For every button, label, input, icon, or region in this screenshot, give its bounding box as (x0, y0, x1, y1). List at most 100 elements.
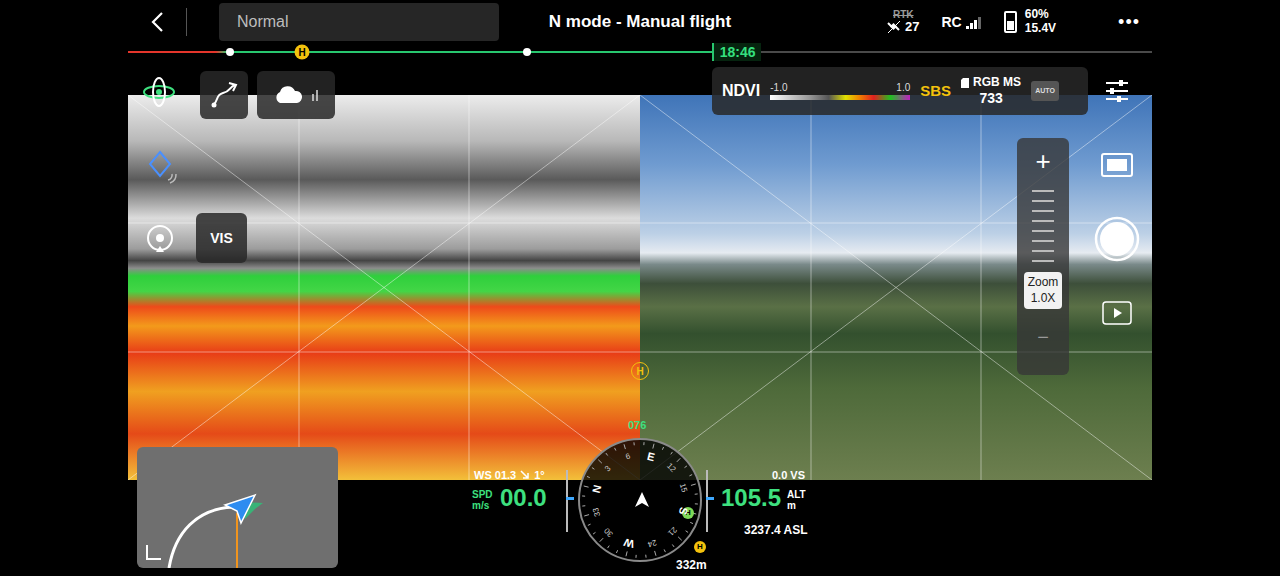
rgb-view (640, 95, 1152, 480)
scale-min: -1.0 (770, 83, 787, 93)
altitude-label-text: ALT (787, 489, 806, 500)
zoom-tick (1032, 230, 1054, 232)
zoom-value: 1.0X (1028, 291, 1059, 307)
lens-label: RGB MS (973, 75, 1021, 89)
battery-icon (1004, 11, 1017, 33)
lens-switch-icon[interactable] (1100, 152, 1134, 178)
playback-icon[interactable] (1102, 300, 1132, 324)
battery-percent: 60% (1025, 8, 1056, 22)
sd-card-icon (961, 78, 969, 88)
home-point-marker: H (631, 362, 649, 380)
compass-label: 6 (624, 452, 630, 461)
timeline-fill (128, 51, 712, 53)
signal-icon (966, 16, 982, 29)
scale-bar (770, 95, 910, 100)
lens-row: RGB MS (961, 75, 1021, 89)
compass-label: 12 (665, 462, 677, 474)
home-marker: H (295, 45, 310, 60)
zoom-tick (1032, 190, 1054, 192)
waypoint-dot (523, 48, 531, 56)
speed-unit: m/s (472, 500, 493, 511)
zoom-tick (1032, 210, 1054, 212)
satellite-status: 27 (887, 20, 919, 34)
zoom-readout: Zoom 1.0X (1024, 272, 1063, 309)
shutter-button[interactable] (1094, 216, 1140, 262)
compass-label: 15 (678, 482, 688, 493)
zoom-slider[interactable]: + Zoom 1.0X − (1017, 138, 1069, 375)
battery-voltage: 15.4V (1025, 22, 1056, 36)
exposure-label: AUTO (1035, 86, 1055, 97)
rtk-status: RTK 27 (887, 10, 919, 34)
rtk-label: RTK (893, 10, 914, 20)
top-bar: Normal N mode - Manual flight RTK 27 RC … (0, 0, 1280, 44)
ndvi-scale: -1.0 1.0 (770, 83, 910, 100)
grid-lines (128, 95, 640, 480)
more-button[interactable]: ••• (1118, 9, 1140, 36)
back-icon[interactable] (150, 11, 164, 33)
timeline-marker (226, 48, 234, 56)
zoom-tick (1032, 260, 1054, 262)
display-mode[interactable]: SBS (920, 80, 951, 103)
compass-label: 24 (647, 538, 658, 548)
speed-value: 00.0 (500, 484, 547, 513)
timeline-marker (523, 48, 531, 56)
zoom-tick (1032, 200, 1054, 202)
vertical-speed: 0.0 VS (772, 467, 805, 484)
exposure-camera-icon[interactable]: AUTO (1031, 81, 1059, 101)
vis-label: VIS (210, 228, 233, 249)
mode-select[interactable]: Normal (219, 3, 499, 41)
route-icon[interactable] (200, 71, 248, 119)
altitude-value: 105.5 (721, 484, 781, 513)
camera-panel[interactable]: NDVI -1.0 1.0 SBS RGB MS 733 AUTO (712, 67, 1088, 115)
zoom-tick (1032, 220, 1054, 222)
ndvi-view (128, 95, 640, 480)
scale-labels: -1.0 1.0 (770, 83, 910, 93)
flight-time: 18:46 (712, 43, 762, 61)
compass: H N36E1215S2124W3033 (578, 438, 702, 562)
compass-label: 3 (603, 464, 612, 473)
altitude-scale (706, 470, 712, 532)
rc-label: RC (942, 12, 962, 33)
battery-text: 60% 15.4V (1025, 8, 1056, 36)
wind-readout: WS 01.3 1° (474, 467, 545, 484)
status-group: RTK 27 RC 60% 15.4V ••• (775, 8, 1280, 36)
waypoint-icon[interactable] (146, 148, 186, 188)
flight-path-icon (137, 447, 338, 568)
wind-speed: WS 01.3 (474, 467, 516, 484)
compass-label: W (623, 536, 636, 549)
weather-icon[interactable] (257, 71, 335, 119)
asl-altitude: 3237.4 ASL (744, 521, 808, 539)
mode-select-text: Normal (237, 10, 289, 34)
home-distance: 332m (676, 556, 707, 574)
minimap[interactable] (137, 447, 338, 568)
speed-label-text: SPD (472, 489, 493, 500)
zoom-label: Zoom (1028, 275, 1059, 291)
flight-view: NDVI -1.0 1.0 SBS RGB MS 733 AUTO VIS (0, 60, 1280, 576)
timeline-track: 18:46 H (128, 51, 1152, 53)
flight-timeline: 18:46 H (0, 44, 1280, 60)
scale-max: 1.0 (896, 83, 910, 93)
timeline-marker: H (295, 45, 310, 60)
zoom-tick (1032, 250, 1054, 252)
altitude-unit: m (787, 500, 806, 511)
wind-direction-icon (520, 470, 530, 480)
speed-label: SPD m/s (472, 489, 493, 511)
index-label: NDVI (722, 79, 760, 103)
compass-label: 21 (666, 525, 678, 537)
flight-mode-title: N mode - Manual flight (505, 9, 775, 35)
aircraft-icon (632, 490, 652, 510)
waypoint-dot (226, 48, 234, 56)
settings-icon[interactable] (1103, 77, 1131, 105)
zoom-scale (1032, 190, 1054, 262)
heading-readout: 076 (628, 417, 646, 434)
gimbal-icon[interactable] (141, 74, 177, 110)
zoom-out-button[interactable]: − (1037, 327, 1049, 347)
zoom-tick (1032, 240, 1054, 242)
focus-target-icon[interactable] (144, 222, 176, 254)
grid-lines (640, 95, 1152, 480)
compass-label: N (591, 484, 604, 494)
zoom-in-button[interactable]: + (1035, 148, 1050, 174)
vis-button[interactable]: VIS (196, 213, 247, 263)
home-distance-marker: H (694, 541, 706, 553)
lens-info: RGB MS 733 (961, 75, 1021, 106)
